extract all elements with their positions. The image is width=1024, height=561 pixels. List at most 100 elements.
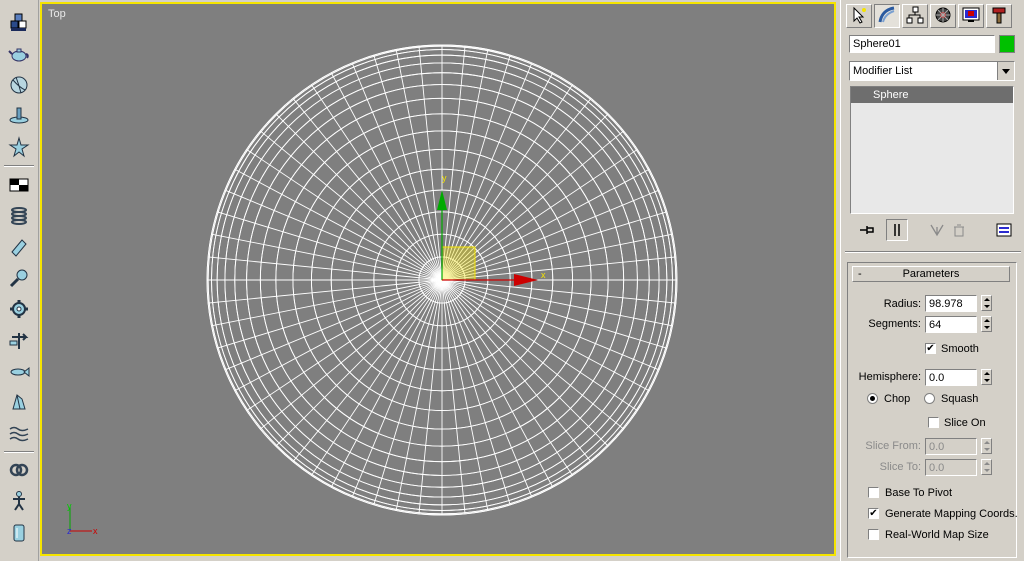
- object-name-field[interactable]: Sphere01: [849, 35, 995, 53]
- longitude-line: [208, 279, 443, 304]
- make-unique-icon[interactable]: [926, 221, 948, 239]
- biped-icon[interactable]: [5, 488, 33, 514]
- base-to-pivot-checkbox[interactable]: [868, 487, 879, 498]
- chevron-down-icon[interactable]: [997, 62, 1014, 80]
- longitude-line: [441, 46, 466, 281]
- chop-label: Chop: [884, 393, 911, 405]
- longitude-line: [441, 279, 554, 488]
- hierarchy-icon: [906, 6, 924, 27]
- radius-field[interactable]: 98.978: [925, 295, 977, 312]
- star-icon[interactable]: [5, 134, 33, 160]
- show-end-result-icon[interactable]: [886, 219, 908, 241]
- spring-icon[interactable]: [5, 203, 33, 229]
- longitude-line: [292, 98, 443, 281]
- gizmo-x-label: x: [541, 270, 546, 280]
- gear-icon[interactable]: [5, 296, 33, 322]
- slice-to-spinner[interactable]: [981, 459, 992, 475]
- motion-tab[interactable]: [930, 4, 956, 28]
- modify-curve-icon: [878, 6, 896, 27]
- utilities-tab[interactable]: [986, 4, 1012, 28]
- display-tab[interactable]: [958, 4, 984, 28]
- box-stack-icon[interactable]: [5, 10, 33, 36]
- smooth-checkbox[interactable]: ✔: [925, 343, 936, 354]
- radius-spinner[interactable]: [981, 295, 992, 311]
- knot-icon[interactable]: [5, 457, 33, 483]
- squash-radio[interactable]: [924, 393, 935, 404]
- fish-icon[interactable]: [5, 358, 33, 384]
- slice-to-label: Slice To:: [879, 461, 921, 473]
- spotlight-icon[interactable]: [5, 265, 33, 291]
- longitude-line: [260, 130, 443, 281]
- weathervane-icon[interactable]: [5, 327, 33, 353]
- chop-radio[interactable]: [867, 393, 878, 404]
- plane-icon[interactable]: [5, 103, 33, 129]
- cylinder-icon[interactable]: [5, 234, 33, 260]
- wave-icon[interactable]: [5, 420, 33, 446]
- sphere-icon[interactable]: [5, 72, 33, 98]
- gizmo-x-arrow: [514, 274, 538, 286]
- gen-mapping-checkbox[interactable]: ✔: [868, 508, 879, 519]
- longitude-line: [224, 279, 443, 371]
- slice-on-checkbox[interactable]: [928, 417, 939, 428]
- longitude-line: [330, 279, 443, 488]
- longitude-line: [351, 62, 443, 281]
- slice-from-field[interactable]: 0.0: [925, 438, 977, 455]
- display-monitor-icon: [962, 6, 980, 27]
- transform-gizmo: y x: [437, 173, 546, 286]
- remove-modifier-icon[interactable]: [948, 221, 970, 239]
- longitude-line: [441, 256, 676, 281]
- hemisphere-spinner[interactable]: [981, 369, 992, 385]
- pin-icon[interactable]: [856, 221, 878, 239]
- longitude-line: [441, 279, 466, 514]
- longitude-line: [351, 279, 443, 498]
- checker-icon[interactable]: [5, 172, 33, 198]
- hemisphere-field[interactable]: 0.0: [925, 369, 977, 386]
- bottle-icon[interactable]: [5, 519, 33, 545]
- stack-item-sphere[interactable]: Sphere: [851, 87, 1013, 103]
- parameters-rollout-header[interactable]: - Parameters: [852, 266, 1010, 282]
- top-viewport[interactable]: Top y x y x z: [40, 2, 836, 556]
- command-panel: Sphere01 Modifier List Sphere - Paramete…: [840, 0, 1024, 561]
- corner-y-label: y: [67, 501, 72, 511]
- modifier-list-dropdown[interactable]: Modifier List: [849, 61, 1015, 81]
- longitude-line: [292, 279, 443, 462]
- slice-to-field[interactable]: 0.0: [925, 459, 977, 476]
- real-world-label: Real-World Map Size: [885, 529, 989, 541]
- longitude-line: [441, 279, 592, 462]
- collapse-toggle[interactable]: -: [858, 267, 862, 281]
- longitude-line: [224, 189, 443, 281]
- modify-tab[interactable]: [874, 4, 900, 28]
- longitude-line: [260, 279, 443, 430]
- corner-axis-tripod: y x z: [67, 501, 98, 536]
- longitude-line: [441, 279, 676, 304]
- longitude-line: [418, 46, 443, 281]
- longitude-line: [441, 279, 650, 392]
- base-to-pivot-label: Base To Pivot: [885, 487, 953, 499]
- segments-field[interactable]: 64: [925, 316, 977, 333]
- real-world-checkbox[interactable]: [868, 529, 879, 540]
- slice-from-spinner[interactable]: [981, 438, 992, 454]
- segments-label: Segments:: [868, 318, 921, 330]
- teapot-icon[interactable]: [5, 41, 33, 67]
- create-tab[interactable]: [846, 4, 872, 28]
- slice-from-label: Slice From:: [865, 440, 921, 452]
- viewport-scene: y x y x z: [67, 44, 678, 536]
- left-toolbar: [0, 0, 39, 561]
- segments-spinner[interactable]: [981, 316, 992, 332]
- longitude-line: [208, 256, 443, 281]
- stack-toolbar: [850, 219, 1014, 241]
- longitude-line: [441, 279, 533, 498]
- modifier-stack[interactable]: Sphere: [850, 86, 1014, 214]
- smooth-label: Smooth: [941, 343, 979, 355]
- longitude-line: [330, 72, 443, 281]
- hierarchy-tab[interactable]: [902, 4, 928, 28]
- motion-wheel-icon: [934, 6, 952, 27]
- gizmo-y-label: y: [442, 173, 447, 183]
- configure-sets-icon[interactable]: [994, 221, 1014, 239]
- slice-on-label: Slice On: [944, 417, 986, 429]
- object-color-swatch[interactable]: [999, 35, 1015, 53]
- bone-icon[interactable]: [5, 389, 33, 415]
- longitude-line: [441, 279, 660, 371]
- modifier-list-label: Modifier List: [853, 65, 913, 77]
- corner-x-label: x: [93, 526, 98, 536]
